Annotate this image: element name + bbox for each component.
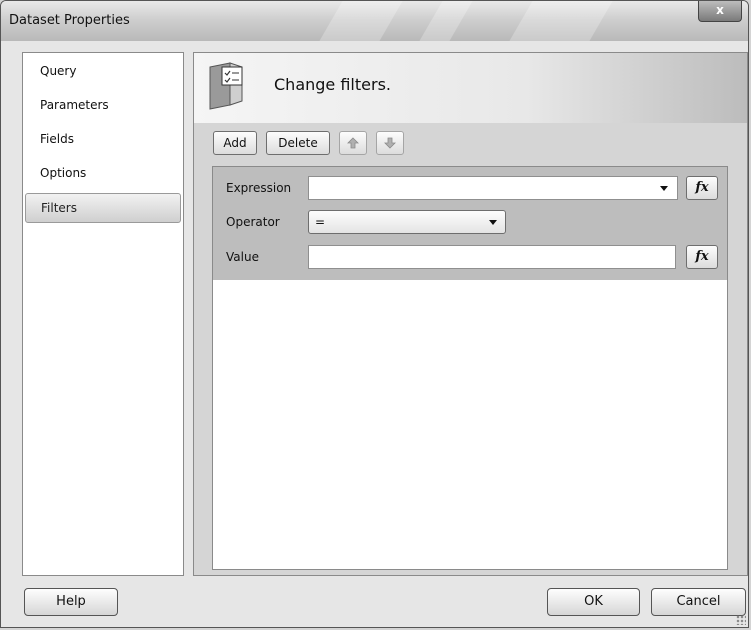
operator-label: Operator [226, 215, 280, 229]
operator-select[interactable]: = [308, 210, 506, 234]
close-button[interactable]: x [698, 1, 742, 22]
move-up-button[interactable] [339, 131, 367, 155]
nav-item-options[interactable]: Options [25, 161, 181, 185]
nav-item-parameters[interactable]: Parameters [25, 93, 181, 117]
navigation-panel: Query Parameters Fields Options Filters [22, 52, 184, 576]
value-label: Value [226, 250, 259, 264]
move-down-button[interactable] [376, 131, 404, 155]
page-header: Change filters. [194, 53, 747, 123]
cancel-button[interactable]: Cancel [651, 588, 746, 616]
value-field[interactable] [308, 245, 676, 269]
resize-grip[interactable] [736, 615, 746, 625]
nav-item-fields[interactable]: Fields [25, 127, 181, 151]
arrow-down-icon [384, 137, 396, 149]
page-title: Change filters. [274, 75, 391, 94]
add-button[interactable]: Add [213, 131, 257, 155]
filters-page: Change filters. Add Delete Expression fx… [193, 52, 748, 576]
arrow-up-icon [347, 137, 359, 149]
expression-fx-button[interactable]: fx [686, 176, 718, 200]
filter-grid: Expression fx Operator = Value fx [212, 166, 728, 570]
nav-item-query[interactable]: Query [25, 59, 181, 83]
expression-label: Expression [226, 181, 292, 195]
expression-field[interactable] [308, 176, 678, 200]
title-bar: Dataset Properties x [1, 1, 748, 41]
dataset-properties-dialog: Dataset Properties x Query Parameters Fi… [0, 0, 749, 628]
operator-dropdown-arrow-icon[interactable] [489, 220, 497, 225]
filter-checklist-icon [209, 62, 243, 110]
expression-dropdown-arrow-icon[interactable] [660, 186, 668, 191]
delete-button[interactable]: Delete [266, 131, 330, 155]
window-title: Dataset Properties [9, 13, 130, 28]
filter-row: Expression fx Operator = Value fx [213, 167, 727, 280]
ok-button[interactable]: OK [547, 588, 640, 616]
operator-selected-value: = [315, 215, 326, 229]
value-fx-button[interactable]: fx [686, 245, 718, 269]
nav-item-filters[interactable]: Filters [25, 193, 181, 223]
help-button[interactable]: Help [24, 588, 118, 616]
